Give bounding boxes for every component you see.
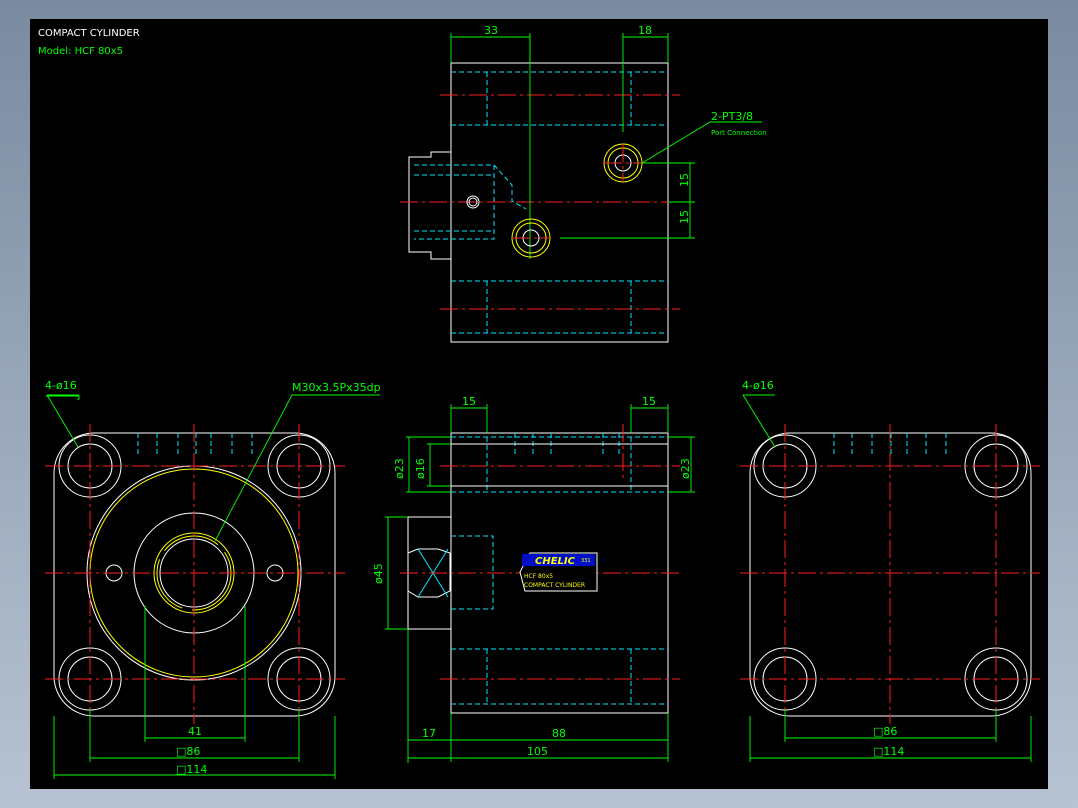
dim-rear-114: □114 [873,745,904,758]
dim-top-33: 33 [484,24,498,37]
top-view-boss [408,151,451,260]
dim-top-18: 18 [638,24,652,37]
plate-model: HCF 80x5 [524,573,553,580]
dim-side-d16: ø16 [414,458,427,479]
dim-side-17: 17 [422,727,436,740]
port-sublabel: Port Connection [711,129,767,137]
dim-side-88: 88 [552,727,566,740]
dim-side-d23-right: ø23 [679,458,692,479]
top-view: 33 18 2-PT3/8 Port Connection 15 15 [400,24,767,343]
dim-top-v15b: 15 [678,210,691,224]
dim-side-105: 105 [527,745,548,758]
name-plate: CHELIC 331 HCF 80x5 COMPACT CYLINDER [519,552,598,592]
model-label: Model: HCF 80x5 [38,46,123,57]
plate-brand: CHELIC [535,556,576,567]
dim-top-v15a: 15 [678,173,691,187]
dim-side-d45: ø45 [372,563,385,584]
drawing-svg: COMPACT CYLINDER Model: HCF 80x5 33 18 2… [38,24,1040,779]
dim-side-d23-left: ø23 [393,458,406,479]
thread-label: M30x3.5Px35dp [292,381,381,394]
dim-front-41: 41 [188,725,202,738]
front-view: 4-ø16 M30x3.5Px35dp 41 □86 □114 [45,379,381,779]
plate-name: COMPACT CYLINDER [524,582,585,589]
rear-view: 4-ø16 □86 □114 [740,379,1040,762]
front-hole-label: 4-ø16 [45,379,77,392]
drawing-title: COMPACT CYLINDER [38,28,140,39]
rear-hole-label: 4-ø16 [742,379,774,392]
dim-front-86: □86 [176,745,200,758]
cad-drawing-canvas: COMPACT CYLINDER Model: HCF 80x5 33 18 2… [30,19,1048,789]
dim-side-15a: 15 [462,395,476,408]
dim-front-114: □114 [176,763,207,776]
dim-side-15b: 15 [642,395,656,408]
side-view: CHELIC 331 HCF 80x5 COMPACT CYLINDER 15 … [372,395,695,763]
port-label: 2-PT3/8 [711,110,753,123]
dim-rear-86: □86 [873,725,897,738]
plate-code: 331 [581,558,591,564]
